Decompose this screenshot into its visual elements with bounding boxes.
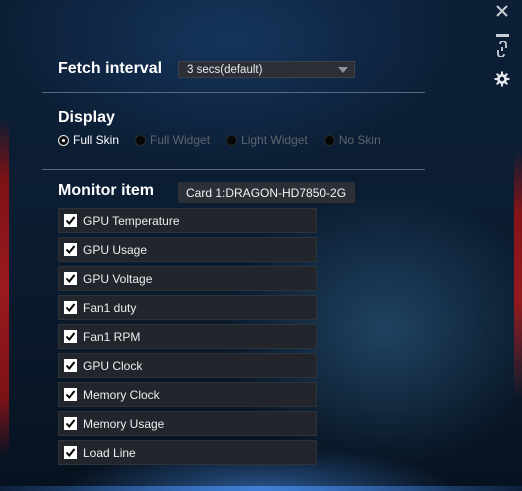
close-icon[interactable] xyxy=(493,2,511,20)
settings-panel: Fetch interval 3 secs(default) Display F… xyxy=(0,0,522,491)
checkbox-checked-icon[interactable] xyxy=(64,214,77,227)
fetch-interval-value: 3 secs(default) xyxy=(187,63,263,76)
monitor-item-gpu-temperature[interactable]: GPU Temperature xyxy=(58,208,317,233)
minimize-icon[interactable] xyxy=(493,22,511,40)
monitor-item-memory-clock[interactable]: Memory Clock xyxy=(58,382,317,407)
divider xyxy=(42,169,425,170)
chevron-down-icon xyxy=(338,67,348,73)
monitor-item-gpu-voltage[interactable]: GPU Voltage xyxy=(58,266,317,291)
monitor-item-label: Monitor item xyxy=(58,182,154,199)
checkbox-checked-icon[interactable] xyxy=(64,272,77,285)
radio-label: No Skin xyxy=(338,133,381,147)
radio-unselected-icon xyxy=(226,134,238,146)
radio-unselected-icon xyxy=(323,134,335,146)
monitor-item-label: GPU Voltage xyxy=(83,271,153,286)
monitor-item-memory-usage[interactable]: Memory Usage xyxy=(58,411,317,436)
radio-full-skin[interactable]: Full Skin xyxy=(58,133,119,147)
checkbox-checked-icon[interactable] xyxy=(64,446,77,459)
radio-label: Light Widget xyxy=(241,133,308,147)
checkbox-checked-icon[interactable] xyxy=(64,301,77,314)
radio-light-widget[interactable]: Light Widget xyxy=(226,133,308,147)
divider xyxy=(42,92,425,93)
radio-label: Full Widget xyxy=(150,133,211,147)
radio-unselected-icon xyxy=(135,134,147,146)
monitor-item-gpu-clock[interactable]: GPU Clock xyxy=(58,353,317,378)
radio-label: Full Skin xyxy=(73,133,120,147)
graphics-card-selector[interactable]: Card 1:DRAGON-HD7850-2G xyxy=(178,182,355,203)
link-icon[interactable] xyxy=(493,40,511,58)
monitor-item-label: Load Line xyxy=(83,445,136,460)
monitor-item-label: GPU Clock xyxy=(83,358,143,373)
fetch-interval-dropdown[interactable]: 3 secs(default) xyxy=(178,61,355,78)
monitor-item-list: GPU Temperature GPU Usage GPU Voltage Fa… xyxy=(58,208,317,469)
monitor-item-fan1-rpm[interactable]: Fan1 RPM xyxy=(58,324,317,349)
display-label: Display xyxy=(58,109,115,126)
monitor-item-label: Fan1 RPM xyxy=(83,329,141,344)
monitor-item-label: Fan1 duty xyxy=(83,300,137,315)
checkbox-checked-icon[interactable] xyxy=(64,417,77,430)
radio-full-widget[interactable]: Full Widget xyxy=(135,133,210,147)
fetch-interval-label: Fetch interval xyxy=(58,60,163,77)
checkbox-checked-icon[interactable] xyxy=(64,388,77,401)
checkbox-checked-icon[interactable] xyxy=(64,359,77,372)
checkbox-checked-icon[interactable] xyxy=(64,243,77,256)
right-red-accent xyxy=(514,150,522,400)
monitor-item-gpu-usage[interactable]: GPU Usage xyxy=(58,237,317,262)
radio-selected-icon xyxy=(58,134,69,146)
monitor-item-load-line[interactable]: Load Line xyxy=(58,440,317,465)
monitor-item-label: GPU Temperature xyxy=(83,213,180,228)
checkbox-checked-icon[interactable] xyxy=(64,330,77,343)
monitor-item-fan1-duty[interactable]: Fan1 duty xyxy=(58,295,317,320)
display-options: Full Skin Full Widget Light Widget No Sk… xyxy=(58,133,397,147)
gear-icon[interactable] xyxy=(493,70,511,88)
radio-no-skin[interactable]: No Skin xyxy=(323,133,381,147)
monitor-item-label: Memory Clock xyxy=(83,387,160,402)
monitor-item-label: GPU Usage xyxy=(83,242,148,257)
monitor-item-label: Memory Usage xyxy=(83,416,165,431)
left-red-accent xyxy=(0,118,9,458)
bottom-glow xyxy=(0,486,522,491)
